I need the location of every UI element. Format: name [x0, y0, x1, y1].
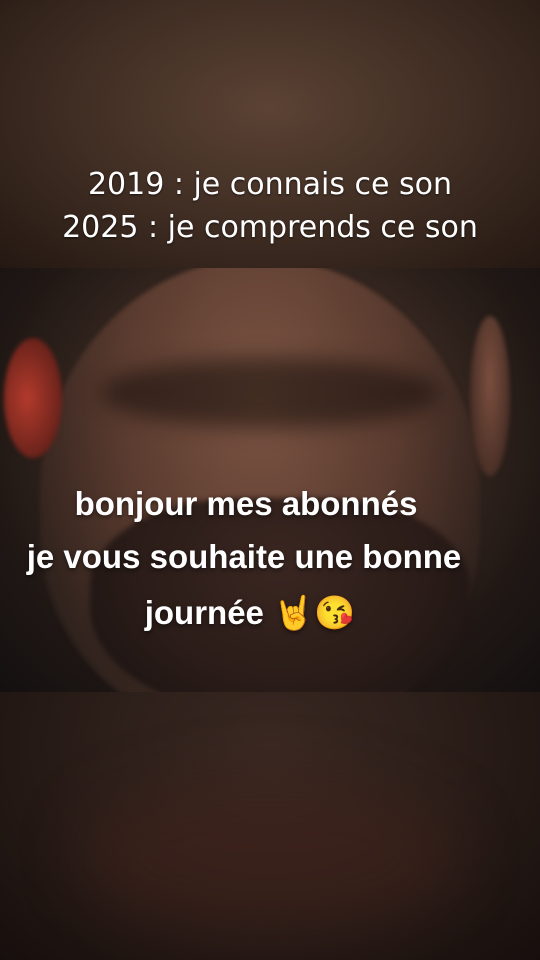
left-ear-shape — [4, 338, 62, 458]
caption-line-2025: 2025 : je comprends ce son — [62, 210, 478, 245]
overlay-line-day: journée 🤘😘 — [144, 594, 356, 631]
overlay-line-wish: je vous souhaite une bonne — [26, 538, 462, 575]
right-ear-shape — [470, 316, 510, 476]
caption-line-2019: 2019 : je connais ce son — [87, 167, 453, 202]
brow-shadow — [100, 358, 440, 428]
overlay-line-greeting: bonjour mes abonnés — [74, 485, 418, 522]
bottom-blur — [80, 780, 460, 930]
